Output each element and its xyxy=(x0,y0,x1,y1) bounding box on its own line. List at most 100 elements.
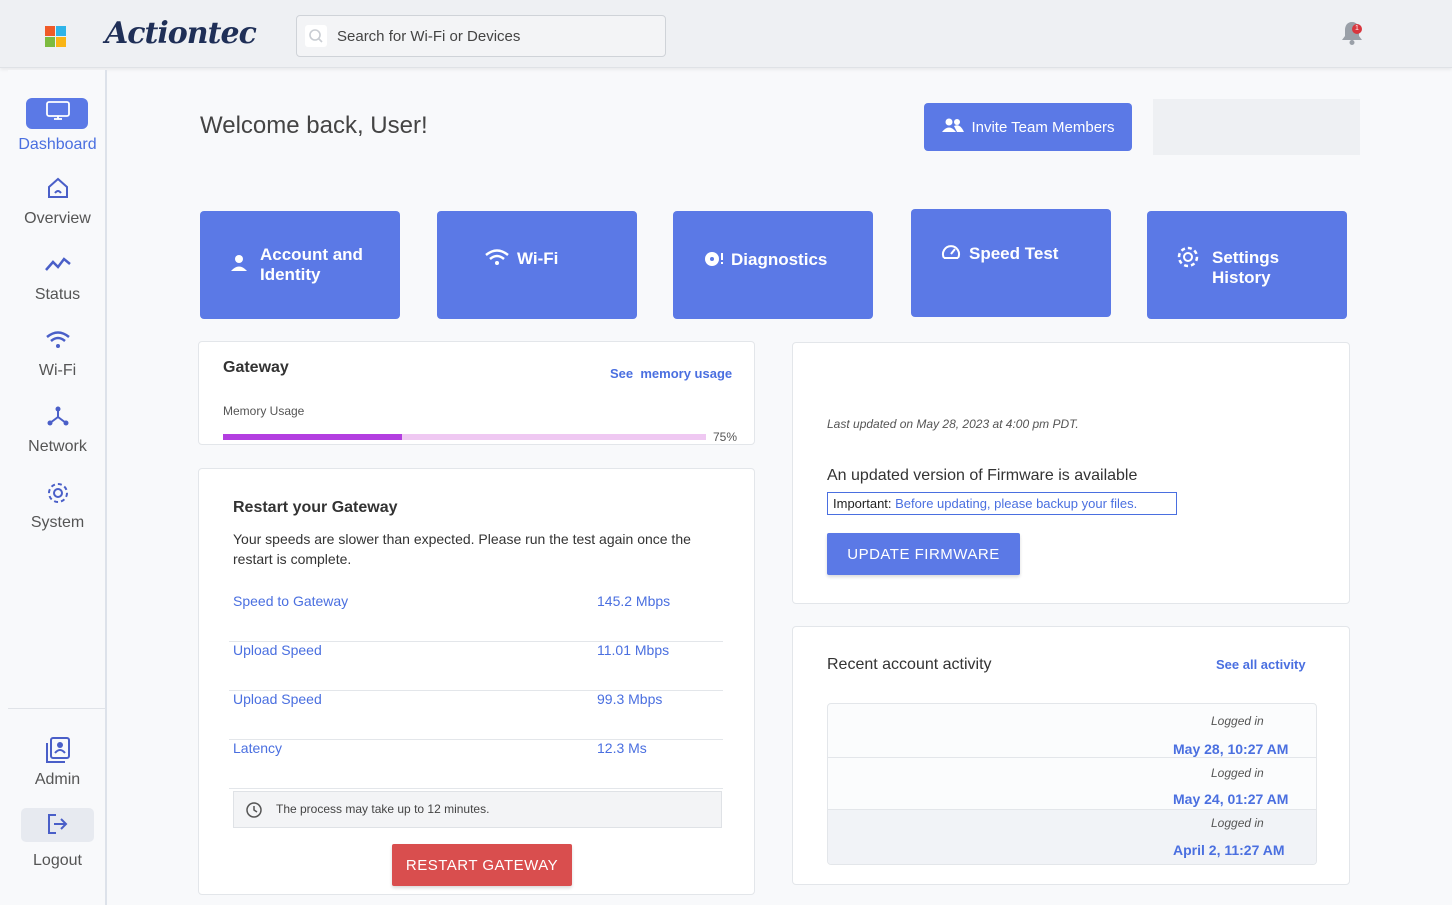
memory-usage-label: Memory Usage xyxy=(223,404,305,418)
tile-speed-test[interactable]: Speed Test xyxy=(911,209,1111,317)
placeholder-panel xyxy=(1153,99,1360,155)
tile-label: Diagnostics xyxy=(731,250,828,269)
home-icon xyxy=(8,176,107,204)
backup-files-link[interactable]: Before updating, please backup your file… xyxy=(895,496,1137,511)
update-firmware-button[interactable]: UPDATE FIRMWARE xyxy=(827,533,1020,575)
gear-icon xyxy=(8,480,107,508)
firmware-important-notice: Important: Before updating, please backu… xyxy=(827,492,1177,515)
network-icon xyxy=(8,404,107,432)
speed-row: Latency 12.3 Ms xyxy=(229,740,723,789)
sidebar-item-overview[interactable]: Overview xyxy=(8,176,107,228)
logo[interactable]: Actiontec xyxy=(105,16,257,51)
wifi-icon xyxy=(8,328,107,356)
tile-wifi[interactable]: Wi-Fi xyxy=(437,211,637,319)
speed-row-label: Latency xyxy=(233,740,283,756)
sidebar-item-label: Wi-Fi xyxy=(38,362,77,379)
sidebar-item-wifi[interactable]: Wi-Fi xyxy=(8,328,107,380)
important-prefix: Important: xyxy=(833,496,896,511)
speed-row: Speed to Gateway 145.2 Mbps xyxy=(229,593,723,642)
speed-row: Upload Speed 99.3 Mbps xyxy=(229,691,723,740)
sidebar-item-label: Overview xyxy=(24,210,91,227)
see-all-activity-link[interactable]: See all activity xyxy=(1216,657,1306,672)
speed-row-label: Speed to Gateway xyxy=(233,593,349,609)
activity-action: Logged in xyxy=(1211,714,1264,728)
invite-label: Invite Team Members xyxy=(971,118,1115,136)
app-grid-cell xyxy=(45,26,55,36)
restart-gateway-button[interactable]: RESTART GATEWAY xyxy=(392,844,572,886)
logout-icon xyxy=(8,812,107,840)
sidebar-item-dashboard[interactable]: Dashboard xyxy=(8,100,107,154)
wifi-icon xyxy=(485,248,509,271)
gear-icon xyxy=(1175,244,1201,275)
sidebar-item-label: Admin xyxy=(34,771,81,788)
sidebar-item-status[interactable]: Status xyxy=(8,252,107,304)
app-grid-icon[interactable] xyxy=(45,26,66,47)
sidebar-divider xyxy=(8,708,105,709)
tile-diagnostics[interactable]: Diagnostics xyxy=(673,211,873,319)
user-icon xyxy=(230,254,248,277)
sidebar-item-label: System xyxy=(30,514,85,531)
search-box[interactable] xyxy=(296,15,666,57)
sidebar-item-label: Network xyxy=(28,438,87,455)
activity-date: May 24, 01:27 AM xyxy=(1173,791,1289,807)
top-bar: Actiontec 1 xyxy=(0,0,1452,68)
speed-row-value: 11.01 Mbps xyxy=(597,642,670,658)
speed-row-value: 145.2 Mbps xyxy=(597,593,671,609)
sidebar-item-label: Logout xyxy=(33,852,82,869)
team-icon xyxy=(941,117,965,137)
sidebar-item-admin[interactable]: Admin xyxy=(8,736,107,789)
memory-usage-percent: 75% xyxy=(713,430,738,444)
speed-row-value: 12.3 Ms xyxy=(597,740,647,756)
page-title: Welcome back, User! xyxy=(200,112,428,139)
speed-row: Upload Speed 11.01 Mbps xyxy=(229,642,723,691)
activity-item: Logged in May 28, 10:27 AM xyxy=(828,704,1316,758)
restart-description: Your speeds are slower than expected. Pl… xyxy=(233,531,691,567)
invite-team-members-button[interactable]: Invite Team Members xyxy=(924,103,1132,151)
search-icon xyxy=(305,25,327,47)
speed-row-value: 99.3 Mbps xyxy=(597,691,663,707)
restart-gateway-card: Restart your Gateway Your speeds are slo… xyxy=(198,468,755,895)
tile-settings-history[interactable]: Settings History xyxy=(1147,211,1347,319)
firmware-card: Last updated on May 28, 2023 at 4:00 pm … xyxy=(792,342,1350,604)
memory-usage-bar xyxy=(223,434,706,440)
memory-usage-bar-fill xyxy=(223,434,402,440)
sidebar-item-system[interactable]: System xyxy=(8,480,107,532)
activity-icon xyxy=(8,252,107,280)
monitor-icon xyxy=(8,100,107,128)
tile-label: Settings History xyxy=(1212,248,1280,287)
app-grid-cell xyxy=(56,26,66,36)
sidebar-item-network[interactable]: Network xyxy=(8,404,107,456)
bell-icon[interactable] xyxy=(1340,20,1364,46)
sidebar: Dashboard Overview Status Wi-Fi Network … xyxy=(8,70,107,905)
firmware-title: An updated version of Firmware is availa… xyxy=(827,467,1138,484)
activity-item: Logged in April 2, 11:27 AM xyxy=(828,810,1316,864)
notification-badge: 1 xyxy=(1352,24,1362,34)
recent-activity-card: Recent account activity See all activity… xyxy=(792,626,1350,885)
speed-row-label: Upload Speed xyxy=(233,642,322,658)
diagnostics-icon xyxy=(703,249,725,272)
tile-label: Speed Test xyxy=(969,244,1059,263)
activity-list: Logged in May 28, 10:27 AM Logged in May… xyxy=(827,703,1317,865)
app-grid-cell xyxy=(45,37,55,47)
restart-note: The process may take up to 12 minutes. xyxy=(233,791,722,828)
activity-date: April 2, 11:27 AM xyxy=(1173,842,1285,858)
sidebar-item-label: Dashboard xyxy=(18,136,97,153)
restart-title: Restart your Gateway xyxy=(233,499,398,516)
tile-label: Wi-Fi xyxy=(517,249,559,268)
speed-row-label: Upload Speed xyxy=(233,691,322,707)
restart-note-text: The process may take up to 12 minutes. xyxy=(276,802,490,816)
activity-item: Logged in May 24, 01:27 AM xyxy=(828,758,1316,810)
app-grid-cell xyxy=(56,37,66,47)
admin-icon xyxy=(8,736,107,766)
activity-action: Logged in xyxy=(1211,816,1264,830)
sidebar-item-logout[interactable]: Logout xyxy=(8,812,107,870)
sidebar-item-label: Status xyxy=(34,286,81,303)
tile-account-identity[interactable]: Account and Identity xyxy=(200,211,400,319)
activity-action: Logged in xyxy=(1211,766,1264,780)
speedometer-icon xyxy=(941,243,961,266)
tile-label: Account and Identity xyxy=(260,245,363,284)
recent-activity-title: Recent account activity xyxy=(827,656,992,673)
see-memory-usage-link[interactable]: See memory usage xyxy=(610,366,732,381)
search-input[interactable] xyxy=(337,24,657,48)
firmware-last-updated: Last updated on May 28, 2023 at 4:00 pm … xyxy=(827,417,1079,431)
